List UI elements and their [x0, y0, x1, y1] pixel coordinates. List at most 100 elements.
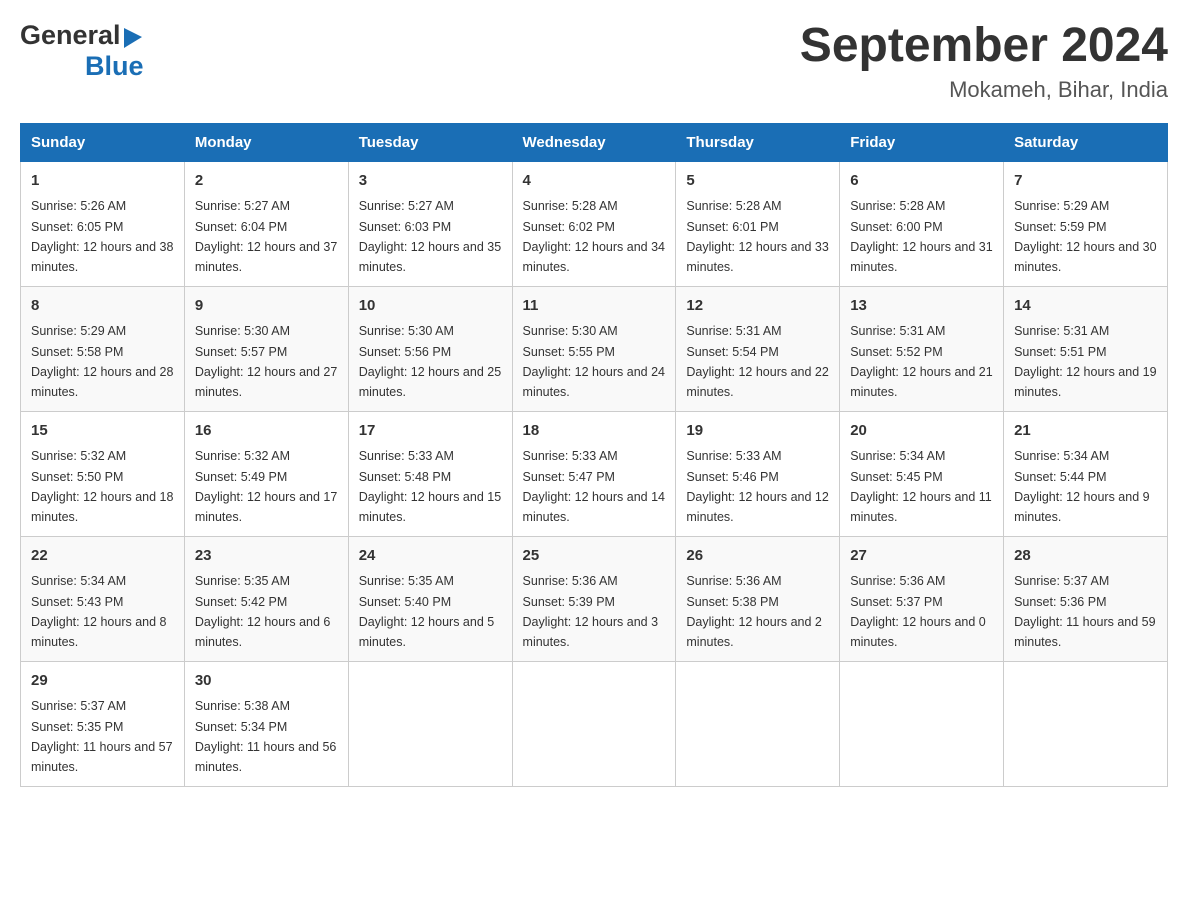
day-number: 18	[523, 420, 666, 443]
table-row	[512, 661, 676, 786]
title-section: September 2024 Mokameh, Bihar, India	[800, 20, 1168, 103]
day-info: Sunrise: 5:30 AMSunset: 5:56 PMDaylight:…	[359, 324, 501, 399]
day-number: 20	[850, 420, 993, 443]
day-number: 22	[31, 545, 174, 568]
day-number: 21	[1014, 420, 1157, 443]
logo-arrow-icon	[124, 26, 144, 48]
table-row: 15 Sunrise: 5:32 AMSunset: 5:50 PMDaylig…	[21, 411, 185, 536]
calendar-week-row: 22 Sunrise: 5:34 AMSunset: 5:43 PMDaylig…	[21, 536, 1168, 661]
calendar-week-row: 29 Sunrise: 5:37 AMSunset: 5:35 PMDaylig…	[21, 661, 1168, 786]
day-number: 12	[686, 295, 829, 318]
table-row: 2 Sunrise: 5:27 AMSunset: 6:04 PMDayligh…	[184, 161, 348, 286]
table-row: 18 Sunrise: 5:33 AMSunset: 5:47 PMDaylig…	[512, 411, 676, 536]
day-info: Sunrise: 5:35 AMSunset: 5:40 PMDaylight:…	[359, 574, 495, 649]
day-number: 26	[686, 545, 829, 568]
table-row: 27 Sunrise: 5:36 AMSunset: 5:37 PMDaylig…	[840, 536, 1004, 661]
day-info: Sunrise: 5:30 AMSunset: 5:55 PMDaylight:…	[523, 324, 665, 399]
table-row: 23 Sunrise: 5:35 AMSunset: 5:42 PMDaylig…	[184, 536, 348, 661]
logo-blue-text: Blue	[85, 51, 144, 82]
day-number: 11	[523, 295, 666, 318]
col-wednesday: Wednesday	[512, 123, 676, 161]
col-friday: Friday	[840, 123, 1004, 161]
day-number: 23	[195, 545, 338, 568]
table-row: 19 Sunrise: 5:33 AMSunset: 5:46 PMDaylig…	[676, 411, 840, 536]
day-info: Sunrise: 5:36 AMSunset: 5:38 PMDaylight:…	[686, 574, 822, 649]
table-row: 4 Sunrise: 5:28 AMSunset: 6:02 PMDayligh…	[512, 161, 676, 286]
table-row: 3 Sunrise: 5:27 AMSunset: 6:03 PMDayligh…	[348, 161, 512, 286]
table-row: 5 Sunrise: 5:28 AMSunset: 6:01 PMDayligh…	[676, 161, 840, 286]
day-number: 4	[523, 170, 666, 193]
day-number: 28	[1014, 545, 1157, 568]
day-info: Sunrise: 5:28 AMSunset: 6:01 PMDaylight:…	[686, 199, 828, 274]
table-row	[1004, 661, 1168, 786]
day-info: Sunrise: 5:31 AMSunset: 5:52 PMDaylight:…	[850, 324, 992, 399]
day-info: Sunrise: 5:36 AMSunset: 5:37 PMDaylight:…	[850, 574, 986, 649]
calendar-week-row: 15 Sunrise: 5:32 AMSunset: 5:50 PMDaylig…	[21, 411, 1168, 536]
table-row: 21 Sunrise: 5:34 AMSunset: 5:44 PMDaylig…	[1004, 411, 1168, 536]
table-row: 8 Sunrise: 5:29 AMSunset: 5:58 PMDayligh…	[21, 286, 185, 411]
table-row: 16 Sunrise: 5:32 AMSunset: 5:49 PMDaylig…	[184, 411, 348, 536]
table-row: 9 Sunrise: 5:30 AMSunset: 5:57 PMDayligh…	[184, 286, 348, 411]
table-row: 22 Sunrise: 5:34 AMSunset: 5:43 PMDaylig…	[21, 536, 185, 661]
day-info: Sunrise: 5:28 AMSunset: 6:00 PMDaylight:…	[850, 199, 992, 274]
day-number: 6	[850, 170, 993, 193]
day-number: 14	[1014, 295, 1157, 318]
table-row: 28 Sunrise: 5:37 AMSunset: 5:36 PMDaylig…	[1004, 536, 1168, 661]
calendar-week-row: 8 Sunrise: 5:29 AMSunset: 5:58 PMDayligh…	[21, 286, 1168, 411]
col-tuesday: Tuesday	[348, 123, 512, 161]
day-number: 5	[686, 170, 829, 193]
table-row: 13 Sunrise: 5:31 AMSunset: 5:52 PMDaylig…	[840, 286, 1004, 411]
day-number: 17	[359, 420, 502, 443]
day-info: Sunrise: 5:33 AMSunset: 5:46 PMDaylight:…	[686, 449, 828, 524]
day-info: Sunrise: 5:38 AMSunset: 5:34 PMDaylight:…	[195, 699, 337, 774]
day-number: 1	[31, 170, 174, 193]
day-info: Sunrise: 5:33 AMSunset: 5:47 PMDaylight:…	[523, 449, 665, 524]
day-number: 16	[195, 420, 338, 443]
day-info: Sunrise: 5:30 AMSunset: 5:57 PMDaylight:…	[195, 324, 337, 399]
col-monday: Monday	[184, 123, 348, 161]
day-number: 15	[31, 420, 174, 443]
table-row: 26 Sunrise: 5:36 AMSunset: 5:38 PMDaylig…	[676, 536, 840, 661]
day-info: Sunrise: 5:32 AMSunset: 5:49 PMDaylight:…	[195, 449, 337, 524]
day-number: 27	[850, 545, 993, 568]
day-info: Sunrise: 5:31 AMSunset: 5:51 PMDaylight:…	[1014, 324, 1156, 399]
day-number: 7	[1014, 170, 1157, 193]
calendar-week-row: 1 Sunrise: 5:26 AMSunset: 6:05 PMDayligh…	[21, 161, 1168, 286]
calendar-table: Sunday Monday Tuesday Wednesday Thursday…	[20, 123, 1168, 787]
day-info: Sunrise: 5:37 AMSunset: 5:35 PMDaylight:…	[31, 699, 173, 774]
day-number: 9	[195, 295, 338, 318]
day-number: 10	[359, 295, 502, 318]
table-row	[348, 661, 512, 786]
day-number: 24	[359, 545, 502, 568]
table-row	[676, 661, 840, 786]
table-row: 14 Sunrise: 5:31 AMSunset: 5:51 PMDaylig…	[1004, 286, 1168, 411]
day-info: Sunrise: 5:29 AMSunset: 5:58 PMDaylight:…	[31, 324, 173, 399]
day-number: 3	[359, 170, 502, 193]
location-title: Mokameh, Bihar, India	[800, 77, 1168, 103]
day-info: Sunrise: 5:33 AMSunset: 5:48 PMDaylight:…	[359, 449, 501, 524]
col-saturday: Saturday	[1004, 123, 1168, 161]
day-number: 8	[31, 295, 174, 318]
day-number: 25	[523, 545, 666, 568]
table-row: 29 Sunrise: 5:37 AMSunset: 5:35 PMDaylig…	[21, 661, 185, 786]
day-info: Sunrise: 5:29 AMSunset: 5:59 PMDaylight:…	[1014, 199, 1156, 274]
table-row: 1 Sunrise: 5:26 AMSunset: 6:05 PMDayligh…	[21, 161, 185, 286]
day-info: Sunrise: 5:32 AMSunset: 5:50 PMDaylight:…	[31, 449, 173, 524]
table-row: 30 Sunrise: 5:38 AMSunset: 5:34 PMDaylig…	[184, 661, 348, 786]
day-info: Sunrise: 5:34 AMSunset: 5:45 PMDaylight:…	[850, 449, 992, 524]
day-info: Sunrise: 5:28 AMSunset: 6:02 PMDaylight:…	[523, 199, 665, 274]
day-info: Sunrise: 5:27 AMSunset: 6:03 PMDaylight:…	[359, 199, 501, 274]
day-info: Sunrise: 5:26 AMSunset: 6:05 PMDaylight:…	[31, 199, 173, 274]
day-number: 2	[195, 170, 338, 193]
logo: General Blue	[20, 20, 144, 82]
table-row: 12 Sunrise: 5:31 AMSunset: 5:54 PMDaylig…	[676, 286, 840, 411]
logo-general-text: General	[20, 20, 121, 51]
col-sunday: Sunday	[21, 123, 185, 161]
table-row	[840, 661, 1004, 786]
day-number: 29	[31, 670, 174, 693]
day-number: 30	[195, 670, 338, 693]
day-info: Sunrise: 5:34 AMSunset: 5:43 PMDaylight:…	[31, 574, 167, 649]
day-info: Sunrise: 5:37 AMSunset: 5:36 PMDaylight:…	[1014, 574, 1156, 649]
table-row: 7 Sunrise: 5:29 AMSunset: 5:59 PMDayligh…	[1004, 161, 1168, 286]
calendar-header-row: Sunday Monday Tuesday Wednesday Thursday…	[21, 123, 1168, 161]
